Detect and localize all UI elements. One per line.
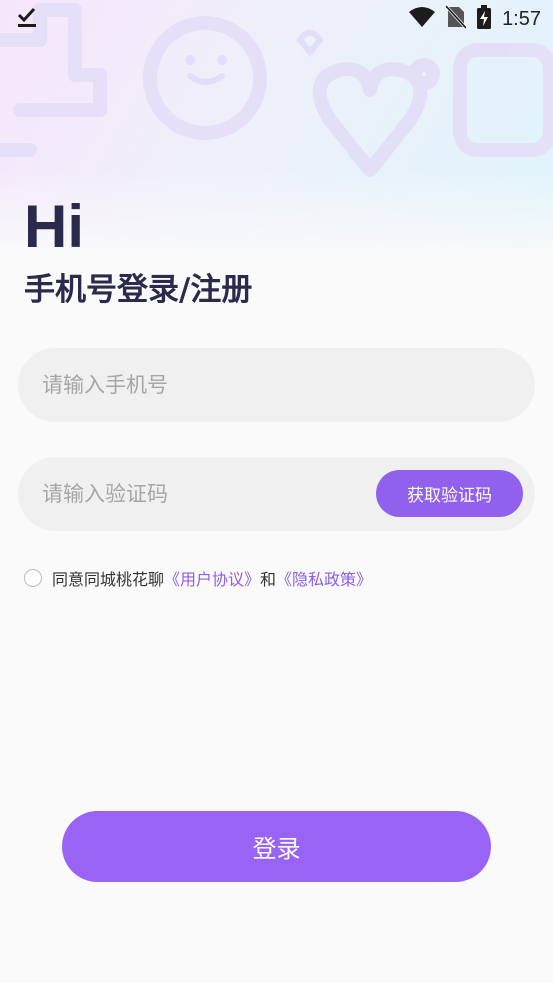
phone-input[interactable] <box>42 373 362 397</box>
page-title: 手机号登录/注册 <box>24 272 253 308</box>
phone-field[interactable] <box>18 348 535 422</box>
verification-code-field[interactable]: 获取验证码 <box>18 457 535 531</box>
agreement-checkbox[interactable] <box>24 569 42 587</box>
no-sim-icon <box>444 4 468 33</box>
check-download-icon <box>16 6 38 32</box>
status-bar: 1:57 <box>0 0 553 38</box>
privacy-policy-link[interactable]: 《隐私政策》 <box>276 566 372 590</box>
greeting-text: Hi <box>24 193 84 260</box>
agreement-row: 同意同城桃花聊 《用户协议》 和 《隐私政策》 <box>24 566 372 590</box>
user-agreement-link[interactable]: 《用户协议》 <box>164 566 260 590</box>
battery-charging-icon <box>476 5 492 33</box>
agreement-prefix: 同意同城桃花聊 <box>52 570 165 589</box>
agreement-conjunction: 和 <box>260 570 277 589</box>
login-button[interactable]: 登录 <box>62 811 491 882</box>
get-code-button[interactable]: 获取验证码 <box>376 470 523 517</box>
status-time: 1:57 <box>502 7 541 30</box>
verification-code-input[interactable] <box>42 482 362 506</box>
wifi-icon <box>408 6 436 32</box>
status-icons: 1:57 <box>408 4 541 33</box>
